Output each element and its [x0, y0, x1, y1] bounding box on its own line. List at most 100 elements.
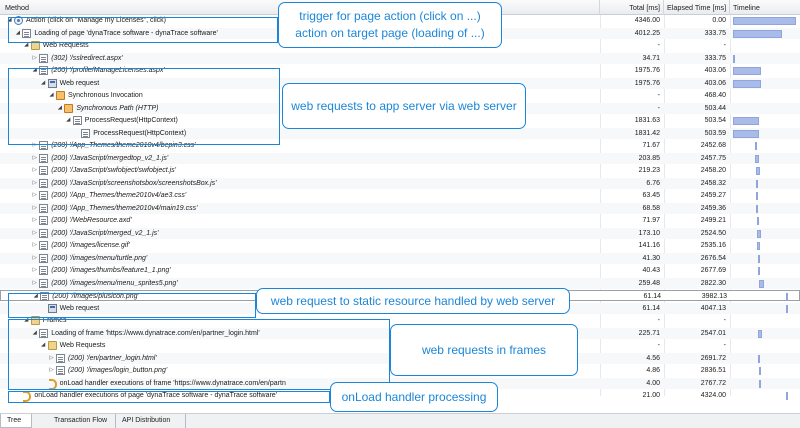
table-row[interactable]: ▷ (200) '/JavaScript/merged_v2_1.js' 173.1…	[0, 227, 800, 239]
total-value: 173.10	[638, 229, 660, 237]
table-row[interactable]: ▷ (200) '/images/thumbs/feature1_1.png' 40…	[0, 265, 800, 276]
expand-icon[interactable]: ▷	[31, 190, 38, 201]
elapsed-column-header[interactable]: Elapsed Time [ms]	[664, 0, 730, 15]
timeline-bar	[758, 329, 762, 338]
callout-frames: web requests in frames	[390, 324, 578, 376]
elapsed-value: 2458.20	[700, 167, 726, 174]
expand-icon[interactable]: ▷	[31, 240, 38, 251]
expand-icon[interactable]: ▷	[31, 165, 38, 176]
timeline-bar	[733, 17, 796, 25]
page-icon	[39, 216, 49, 225]
table-row[interactable]: ▷ (200) '/JavaScript/swfobject/swfobject.…	[0, 165, 800, 176]
expand-icon[interactable]: ▷	[31, 278, 38, 289]
elapsed-value: 503.54	[704, 117, 726, 124]
total-value: 219.23	[638, 167, 660, 174]
callout-trigger-line1: trigger for page action (click on ...)	[299, 9, 481, 23]
table-row[interactable]: ▷ (200) '/JavaScript/mergedtop_v2_1.js' 20…	[0, 152, 800, 164]
table-row[interactable]: ▷ (302) '/sslredirect.aspx' 34.71 333.75	[0, 52, 800, 64]
timeline-bar	[758, 354, 760, 363]
timeline-bar	[733, 79, 761, 88]
elapsed-value: 403.06	[704, 79, 726, 87]
total-value: 71.67	[642, 142, 660, 149]
tab-tree[interactable]: Tree	[0, 414, 32, 428]
expand-icon[interactable]: ▷	[31, 253, 38, 264]
total-column-header[interactable]: Total [ms]	[600, 0, 664, 15]
timeline-bar	[786, 304, 788, 313]
elapsed-value: 2499.21	[700, 217, 726, 224]
total-value: 68.58	[642, 204, 660, 212]
total-value: 1831.42	[634, 129, 660, 137]
highlight-box-appserver	[8, 68, 280, 145]
timeline-bar	[733, 117, 759, 125]
elapsed-value: 503.59	[704, 129, 726, 137]
total-value: 1975.76	[634, 79, 660, 87]
total-value: 61.14	[642, 304, 660, 312]
timeline-bar	[755, 142, 757, 150]
timeline-bar	[759, 279, 764, 288]
elapsed-value: 2452.68	[700, 142, 726, 149]
total-value: -	[657, 42, 660, 49]
page-icon	[39, 228, 49, 238]
table-row[interactable]: ▷ (200) '/App_Themes/theme2010v4/ae3.css'…	[0, 190, 800, 201]
tab-api-distribution[interactable]: API Distribution	[116, 414, 186, 428]
highlight-box-static	[8, 293, 256, 318]
total-value: 41.30	[642, 254, 660, 262]
total-value: -	[657, 92, 660, 99]
timeline-bar	[786, 392, 788, 400]
timeline-bar	[756, 179, 758, 188]
table-row[interactable]: ▷ (200) '/images/license.gif' 141.16 2535.1…	[0, 240, 800, 251]
timeline-bar	[758, 267, 760, 275]
callout-trigger: trigger for page action (click on ...) a…	[278, 2, 502, 48]
table-row[interactable]: ▷ (200) '/App_Themes/theme2010v4/main19.c…	[0, 202, 800, 214]
callout-appserver-text: web requests to app server via web serve…	[291, 98, 517, 113]
timeline-column-header[interactable]: Timeline	[730, 0, 800, 15]
method-label: (200) '/images/menu/turtle.png'	[51, 254, 148, 262]
total-value: 225.71	[638, 329, 660, 337]
expand-icon[interactable]: ▷	[31, 228, 38, 239]
elapsed-value: 2676.54	[700, 254, 726, 262]
table-row[interactable]: ▷ (200) '/WebResource.axd' 71.97 2499.21	[0, 215, 800, 226]
total-value: 4.56	[646, 354, 660, 362]
callout-static-text: web request to static resource handled b…	[270, 293, 556, 308]
page-icon	[39, 178, 49, 188]
elapsed-value: 2767.72	[700, 379, 726, 387]
method-label: (200) '/JavaScript/mergedtop_v2_1.js'	[51, 154, 169, 162]
expand-icon[interactable]: ▷	[31, 215, 38, 226]
total-value: -	[657, 342, 660, 349]
expand-icon[interactable]: ▷	[31, 153, 38, 164]
page-icon	[39, 153, 49, 163]
view-tabs: Tree Transaction Flow API Distribution	[0, 413, 800, 428]
method-label: (302) '/sslredirect.aspx'	[51, 54, 123, 62]
table-row[interactable]: ▷ (200) '/images/menu/menu_sprites5.png' 2…	[0, 277, 800, 289]
table-row[interactable]: ▷ (200) '/JavaScript/screenshotsbox/scree…	[0, 177, 800, 189]
callout-onload: onLoad handler processing	[330, 382, 498, 412]
total-value: 4.00	[646, 379, 660, 387]
highlight-box-onload	[8, 391, 330, 403]
callout-trigger-line2: action on target page (loading of ...)	[295, 26, 485, 40]
expand-icon[interactable]: ▷	[31, 203, 38, 214]
page-icon	[39, 166, 49, 175]
callout-frames-text: web requests in frames	[421, 342, 547, 357]
expand-icon[interactable]: ▷	[31, 265, 38, 276]
elapsed-value: 333.75	[704, 54, 726, 62]
elapsed-value: -	[723, 42, 726, 49]
total-value: 4012.25	[634, 29, 660, 37]
method-label: (200) '/App_Themes/theme2010v4/main19.cs…	[51, 204, 198, 212]
expand-icon[interactable]: ▷	[31, 53, 38, 64]
total-value: 40.43	[642, 267, 660, 274]
method-label: (200) '/images/menu/menu_sprites5.png'	[51, 279, 178, 287]
tab-transaction-flow[interactable]: Transaction Flow	[32, 414, 116, 428]
table-row[interactable]: ▷ (200) '/images/menu/turtle.png' 41.30 267…	[0, 252, 800, 264]
method-label: (200) '/images/license.gif'	[51, 242, 130, 249]
method-label: (200) '/images/thumbs/feature1_1.png'	[51, 267, 171, 274]
elapsed-value: 4324.00	[700, 392, 726, 399]
elapsed-value: 2547.01	[700, 329, 726, 337]
total-value: 63.45	[642, 192, 660, 199]
timeline-bar	[757, 229, 761, 238]
elapsed-value: 333.75	[704, 29, 726, 37]
elapsed-value: 2836.51	[700, 367, 726, 374]
callout-appserver: web requests to app server via web serve…	[282, 83, 526, 129]
page-icon	[39, 266, 49, 275]
elapsed-value: 2457.75	[700, 154, 726, 162]
expand-icon[interactable]: ▷	[31, 178, 38, 189]
